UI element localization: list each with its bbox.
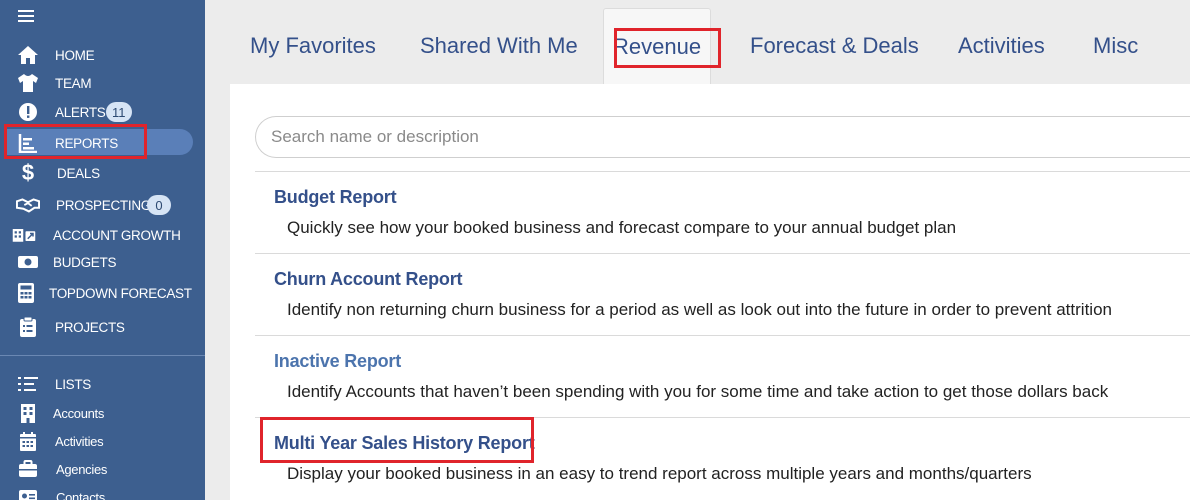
sidebar-item-prospecting[interactable]: PROSPECTING 0 [0, 192, 205, 218]
hamburger-icon[interactable] [18, 10, 34, 24]
report-tabs: My Favorites Shared With Me Revenue Fore… [230, 8, 1190, 84]
tab-shared-with-me[interactable]: Shared With Me [420, 8, 578, 84]
report-item-inactive[interactable]: Inactive Report Identify Accounts that h… [255, 335, 1190, 417]
sidebar: HOME TEAM ALERTS 11 REPORTS $ DEALS PROS… [0, 0, 205, 500]
sidebar-item-contacts[interactable]: Contacts [0, 484, 205, 500]
home-icon [16, 44, 40, 66]
sidebar-item-topdown-forecast[interactable]: TOPDOWN FORECAST [0, 280, 205, 306]
sidebar-item-label: TOPDOWN FORECAST [49, 285, 192, 301]
briefcase-icon [16, 458, 40, 480]
clipboard-icon [16, 316, 40, 338]
sidebar-item-activities[interactable]: Activities [0, 428, 205, 454]
multi-year-report-highlight-box [260, 417, 534, 463]
report-description: Identify Accounts that haven’t been spen… [287, 382, 1109, 401]
shirt-icon [16, 72, 40, 94]
sidebar-item-label: PROSPECTING [56, 197, 151, 213]
sidebar-item-agencies[interactable]: Agencies [0, 456, 205, 482]
tab-misc[interactable]: Misc [1093, 8, 1138, 84]
report-description: Identify non returning churn business fo… [287, 300, 1112, 319]
report-title[interactable]: Churn Account Report [274, 269, 463, 290]
sidebar-item-account-growth[interactable]: ACCOUNT GROWTH [0, 222, 205, 248]
sidebar-item-label: Activities [55, 433, 104, 449]
sidebar-item-lists[interactable]: LISTS [0, 371, 205, 397]
alerts-count-badge: 11 [106, 102, 132, 122]
prospecting-count-badge: 0 [147, 195, 171, 215]
sidebar-item-label: TEAM [55, 75, 92, 91]
sidebar-item-budgets[interactable]: BUDGETS [0, 249, 205, 275]
sidebar-item-label: ALERTS [55, 104, 106, 120]
search-input[interactable] [256, 117, 1190, 157]
sidebar-item-home[interactable]: HOME [0, 42, 205, 68]
sidebar-divider [0, 355, 205, 356]
report-item-budget[interactable]: Budget Report Quickly see how your booke… [255, 171, 1190, 253]
building-icon [16, 402, 40, 424]
revenue-tab-highlight-box [614, 28, 721, 68]
report-description: Quickly see how your booked business and… [287, 218, 957, 237]
list-icon [16, 373, 40, 395]
sidebar-item-label: LISTS [55, 376, 92, 392]
sidebar-item-label: BUDGETS [53, 254, 117, 270]
sidebar-item-projects[interactable]: PROJECTS [0, 314, 205, 340]
tab-activities[interactable]: Activities [958, 8, 1045, 84]
sidebar-item-label: Contacts [56, 489, 105, 500]
report-item-churn-account[interactable]: Churn Account Report Identify non return… [255, 253, 1190, 335]
sidebar-item-label: PROJECTS [55, 319, 125, 335]
id-card-icon [16, 486, 40, 500]
sidebar-item-label: Agencies [56, 461, 108, 477]
search-box [255, 116, 1190, 158]
alert-icon [16, 101, 40, 123]
tab-my-favorites[interactable]: My Favorites [250, 8, 376, 84]
sidebar-item-label: HOME [55, 47, 95, 63]
report-title[interactable]: Inactive Report [274, 351, 401, 372]
chart-icon [16, 132, 40, 154]
dollar-icon: $ [21, 160, 35, 185]
money-icon [16, 251, 40, 273]
building-growth-icon [12, 224, 36, 246]
tab-forecast-deals[interactable]: Forecast & Deals [750, 8, 919, 84]
sidebar-item-accounts[interactable]: Accounts [0, 400, 205, 426]
report-list-panel: Budget Report Quickly see how your booke… [230, 84, 1190, 500]
calculator-icon [14, 282, 38, 304]
sidebar-item-deals[interactable]: $ DEALS [0, 160, 205, 186]
calendar-icon [16, 430, 40, 452]
report-title[interactable]: Budget Report [274, 187, 397, 208]
sidebar-item-label: DEALS [57, 165, 100, 181]
sidebar-item-label: REPORTS [55, 135, 118, 151]
sidebar-item-label: ACCOUNT GROWTH [53, 227, 181, 243]
sidebar-item-team[interactable]: TEAM [0, 70, 205, 96]
report-description: Display your booked business in an easy … [287, 464, 1032, 483]
sidebar-item-label: Accounts [53, 405, 105, 421]
sidebar-item-alerts[interactable]: ALERTS 11 [0, 99, 205, 125]
handshake-icon [16, 194, 40, 216]
main-content: My Favorites Shared With Me Revenue Fore… [205, 0, 1190, 500]
